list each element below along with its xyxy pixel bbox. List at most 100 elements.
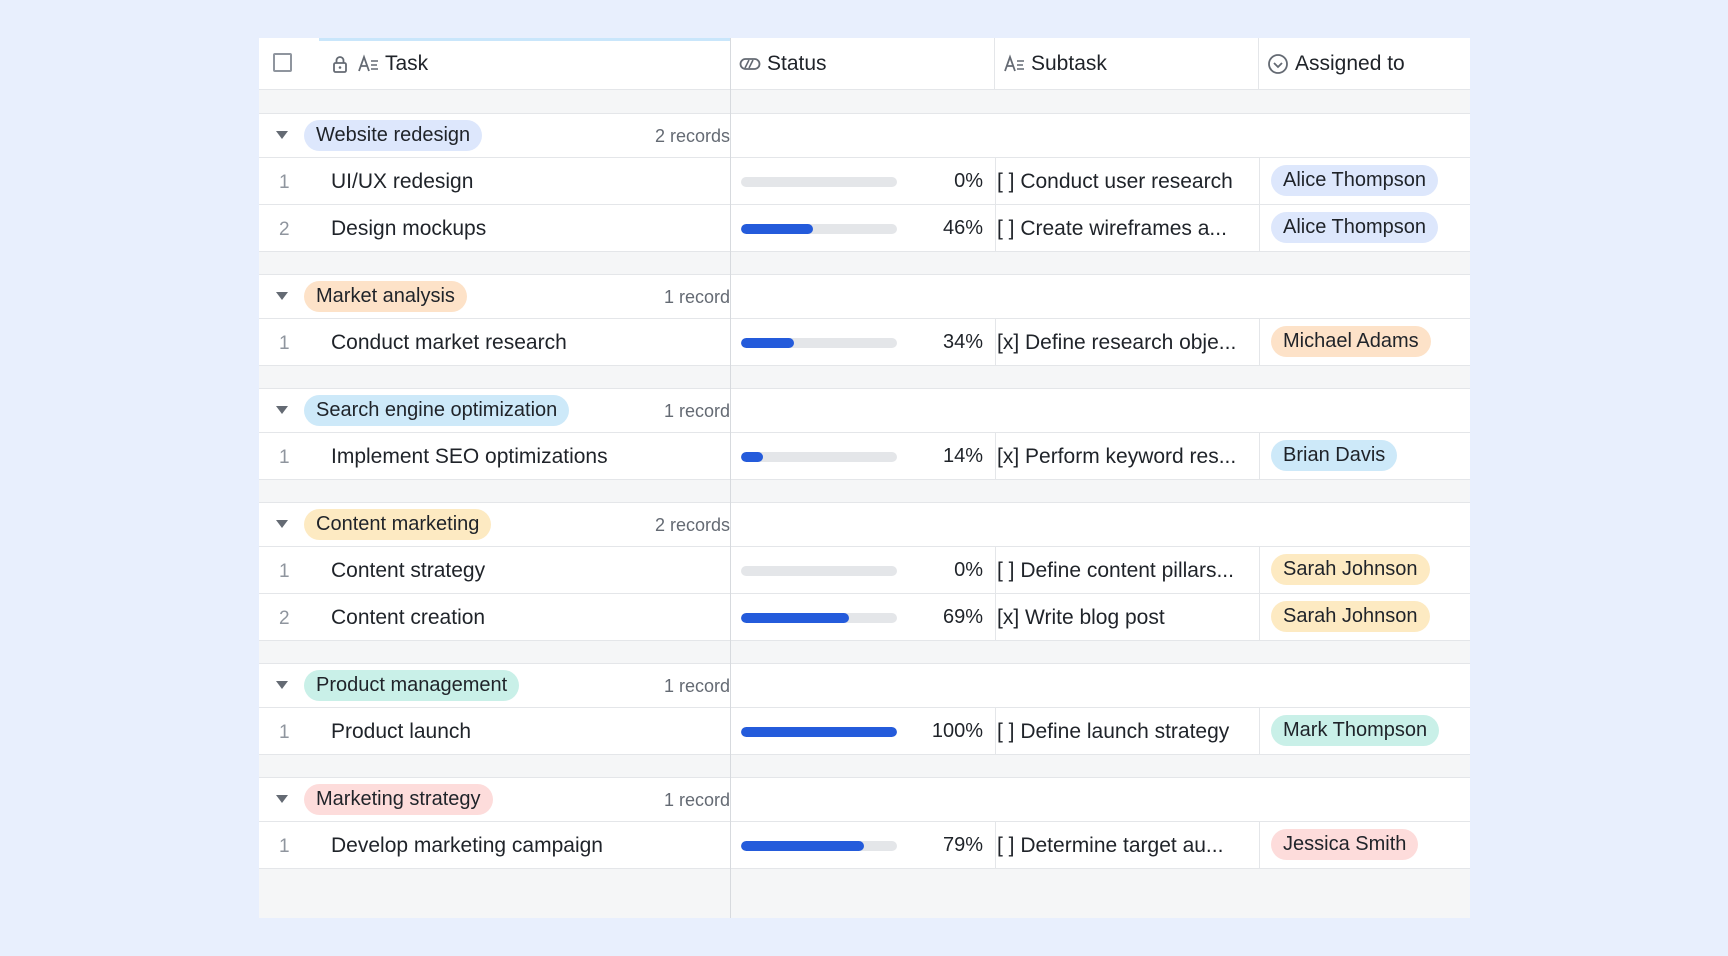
assignee-tag[interactable]: Sarah Johnson — [1271, 554, 1430, 585]
cell-divider — [1259, 822, 1260, 868]
assignee-tag[interactable]: Alice Thompson — [1271, 212, 1439, 243]
column-header-label: Status — [767, 51, 827, 75]
progress-value: 14% — [942, 445, 983, 467]
table-row[interactable]: 2 Content creation 69% [x] Write blog post S… — [259, 594, 1470, 641]
row-index: 1 — [279, 722, 290, 743]
progress-bar-fill — [741, 727, 897, 737]
cell-divider — [1259, 708, 1260, 754]
table-row[interactable]: 2 Design mockups 46% [ ] Create wireframes … — [259, 205, 1470, 252]
group-row[interactable]: Product management 1 record — [259, 663, 1470, 708]
assignee-tag[interactable]: Alice Thompson — [1271, 165, 1439, 196]
subtask-cell[interactable]: [x] Define research obje... — [997, 331, 1236, 355]
frozen-column-divider — [730, 38, 731, 918]
cell-divider — [1259, 547, 1260, 593]
group-record-count: 1 record — [663, 287, 730, 307]
group-row[interactable]: Website redesign 2 records — [259, 113, 1470, 158]
column-header-label: Subtask — [1031, 51, 1107, 75]
cell-divider — [1259, 594, 1260, 640]
task-cell[interactable]: Implement SEO optimizations — [331, 445, 608, 469]
progress-value: 34% — [942, 331, 983, 353]
group-tag: Market analysis — [304, 281, 467, 312]
progress-bar — [741, 613, 897, 623]
task-cell[interactable]: Content creation — [331, 606, 485, 630]
table-row[interactable]: 1 Implement SEO optimizations 14% [x] Perfo… — [259, 433, 1470, 480]
progress-bar — [741, 177, 897, 187]
row-index: 2 — [279, 219, 290, 240]
subtask-cell[interactable]: [ ] Define content pillars... — [997, 559, 1234, 583]
row-index: 1 — [279, 447, 290, 468]
column-header-assigned-to[interactable]: Assigned to — [1259, 38, 1470, 89]
collapse-caret-icon[interactable] — [276, 795, 288, 803]
cell-divider — [1259, 205, 1260, 251]
row-index: 1 — [279, 836, 290, 857]
select-all-checkbox[interactable] — [273, 53, 292, 72]
subtask-cell[interactable]: [ ] Create wireframes a... — [997, 217, 1227, 241]
column-header-status[interactable]: Status — [731, 38, 995, 89]
cell-divider — [995, 205, 996, 251]
column-header-label: Task — [385, 51, 429, 75]
cell-divider — [1259, 433, 1260, 479]
person-field-icon — [1268, 53, 1288, 74]
cell-divider — [995, 158, 996, 204]
collapse-caret-icon[interactable] — [276, 131, 288, 139]
task-cell[interactable]: Content strategy — [331, 559, 485, 583]
progress-bar-fill — [741, 841, 865, 851]
cell-divider — [1259, 319, 1260, 365]
group-row[interactable]: Marketing strategy 1 record — [259, 777, 1470, 822]
subtask-cell[interactable]: [x] Perform keyword res... — [997, 445, 1236, 469]
task-cell[interactable]: UI/UX redesign — [331, 170, 473, 194]
group-row[interactable]: Search engine optimization 1 record — [259, 388, 1470, 433]
table-row[interactable]: 1 UI/UX redesign 0% [ ] Conduct user resear… — [259, 158, 1470, 205]
assignee-tag[interactable]: Sarah Johnson — [1271, 601, 1430, 632]
subtask-cell[interactable]: [x] Write blog post — [997, 606, 1165, 630]
cell-divider — [995, 547, 996, 593]
progress-value: 100% — [931, 720, 983, 742]
progress-bar — [741, 452, 897, 462]
text-field-icon — [1004, 53, 1024, 71]
progress-value: 69% — [942, 606, 983, 628]
assignee-tag[interactable]: Brian Davis — [1271, 440, 1398, 471]
group-tag: Search engine optimization — [304, 395, 570, 426]
progress-bar — [741, 727, 897, 737]
assignee-tag[interactable]: Jessica Smith — [1271, 829, 1419, 860]
progress-bar-fill — [741, 224, 813, 234]
assignee-tag[interactable]: Michael Adams — [1271, 326, 1431, 357]
group-tag: Product management — [304, 670, 520, 701]
assignee-tag[interactable]: Mark Thompson — [1271, 715, 1440, 746]
subtask-cell[interactable]: [ ] Determine target au... — [997, 834, 1223, 858]
subtask-cell[interactable]: [ ] Define launch strategy — [997, 720, 1229, 744]
task-cell[interactable]: Develop marketing campaign — [331, 834, 603, 858]
progress-bar — [741, 841, 897, 851]
subtask-cell[interactable]: [ ] Conduct user research — [997, 170, 1233, 194]
row-index: 2 — [279, 608, 290, 629]
table-row[interactable]: 1 Develop marketing campaign 79% [ ] Determ… — [259, 822, 1470, 869]
group-tag: Marketing strategy — [304, 784, 493, 815]
text-field-icon — [358, 53, 378, 71]
task-cell[interactable]: Design mockups — [331, 217, 486, 241]
group-row[interactable]: Market analysis 1 record — [259, 274, 1470, 319]
table-row[interactable]: 1 Content strategy 0% [ ] Define content pi… — [259, 547, 1470, 594]
column-header-task[interactable]: Task — [319, 38, 731, 89]
cell-divider — [995, 319, 996, 365]
progress-bar-fill — [741, 613, 849, 623]
group-record-count: 2 records — [654, 515, 730, 535]
column-header-subtask[interactable]: Subtask — [995, 38, 1259, 89]
task-cell[interactable]: Conduct market research — [331, 331, 567, 355]
group-record-count: 1 record — [663, 676, 730, 696]
collapse-caret-icon[interactable] — [276, 520, 288, 528]
progress-bar — [741, 566, 897, 576]
group-row[interactable]: Content marketing 2 records — [259, 502, 1470, 547]
lock-icon — [333, 55, 347, 73]
table-row[interactable]: 1 Conduct market research 34% [x] Define re… — [259, 319, 1470, 366]
task-cell[interactable]: Product launch — [331, 720, 471, 744]
data-grid: Task Status Subtask Assigned to Website … — [259, 38, 1470, 918]
collapse-caret-icon[interactable] — [276, 681, 288, 689]
collapse-caret-icon[interactable] — [276, 406, 288, 414]
table-row[interactable]: 1 Product launch 100% [ ] Define launch str… — [259, 708, 1470, 755]
progress-value: 46% — [942, 217, 983, 239]
progress-value: 0% — [954, 170, 983, 192]
collapse-caret-icon[interactable] — [276, 292, 288, 300]
column-header-label: Assigned to — [1295, 51, 1405, 75]
group-tag: Website redesign — [304, 120, 483, 151]
progress-field-icon — [739, 57, 761, 70]
